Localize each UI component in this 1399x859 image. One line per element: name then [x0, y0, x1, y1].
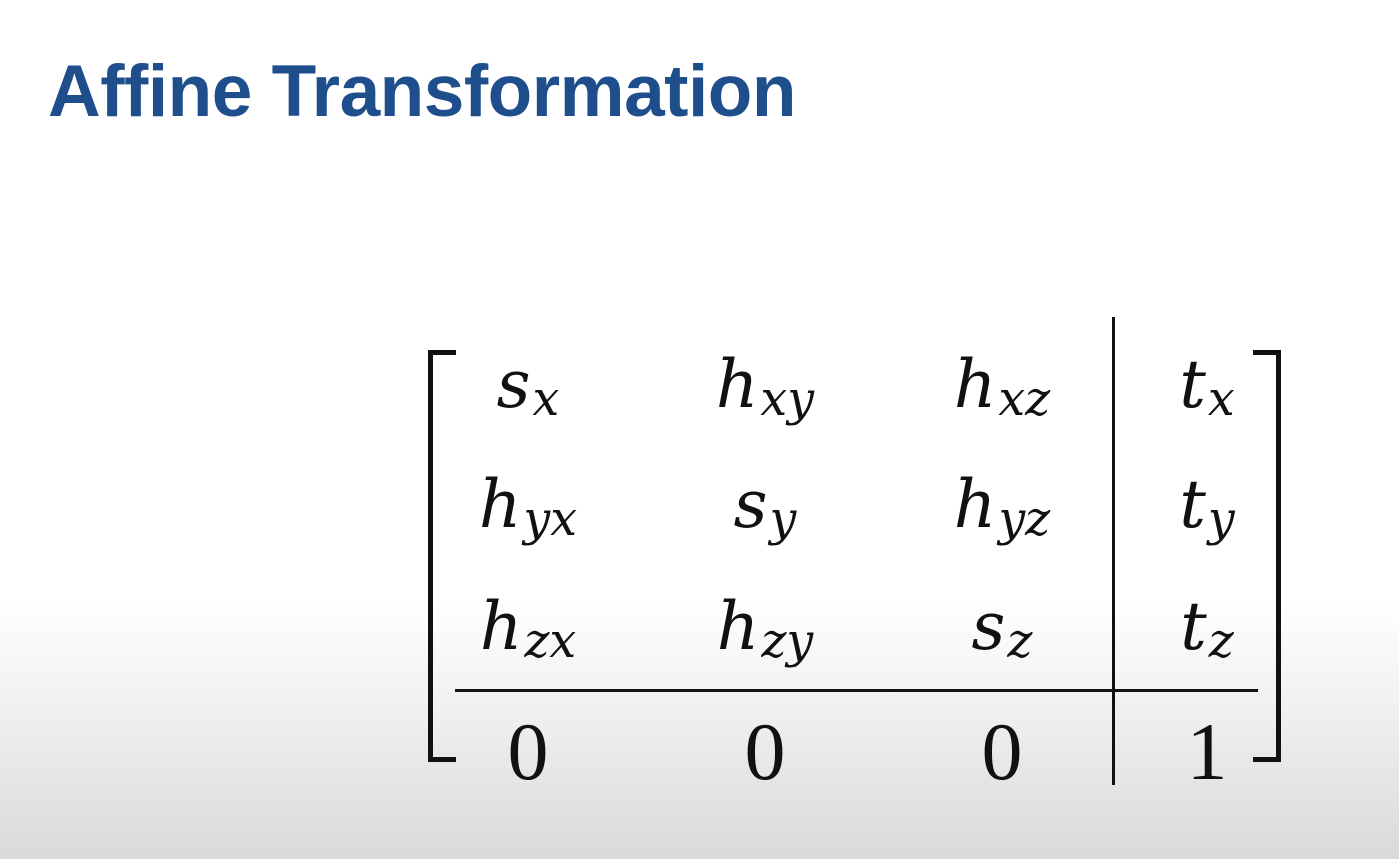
matrix-cell-r2c3: h yz — [953, 466, 1051, 548]
matrix-cell-r1c1: sx — [496, 346, 560, 428]
matrix-cell-r3c3: sz — [971, 588, 1033, 670]
matrix-cell-r3c1: h zx — [479, 588, 577, 670]
matrix-cell-r4c2: 0 — [744, 706, 786, 797]
affine-matrix: sx h xy h xz tx h yx sy h yz ty h zx h zy sz t… — [0, 0, 1399, 859]
horizontal-partition-line — [455, 689, 1258, 692]
matrix-cell-r4c3: 0 — [981, 706, 1023, 797]
matrix-cell-r3c4: tz — [1180, 588, 1234, 670]
matrix-cell-r1c2: h xy — [715, 346, 815, 428]
matrix-cell-r1c4: tx — [1179, 346, 1235, 428]
matrix-cell-r2c4: ty — [1179, 466, 1235, 548]
matrix-cell-r4c1: 0 — [507, 706, 549, 797]
matrix-cell-r2c2: sy — [733, 466, 797, 548]
matrix-cell-r2c1: h yx — [478, 466, 578, 548]
matrix-cell-r3c2: h zy — [716, 588, 814, 670]
matrix-cell-r4c4: 1 — [1186, 706, 1228, 797]
matrix-cell-r1c3: h xz — [953, 346, 1051, 428]
